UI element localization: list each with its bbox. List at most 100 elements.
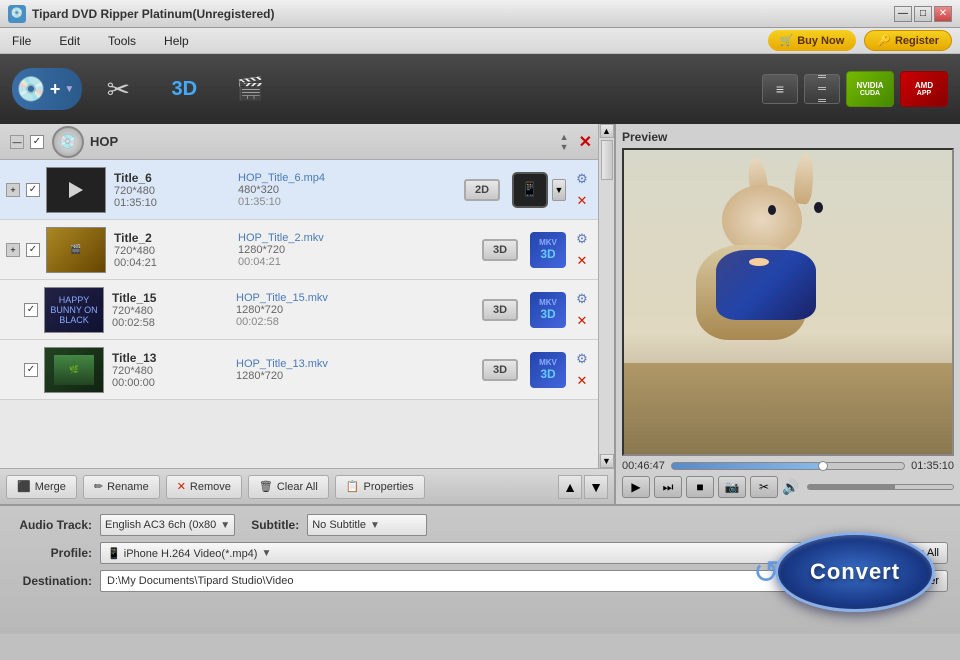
output-filename: HOP_Title_6.mp4 [238,172,460,184]
menu-tools[interactable]: Tools [104,32,140,50]
detail-view-button[interactable]: ═══ [804,74,840,104]
subtitle-dropdown-arrow: ▼ [370,520,380,531]
mode-3d-badge[interactable]: 3D [482,239,518,261]
row-checkbox[interactable] [26,183,40,197]
row-settings-button[interactable]: ⚙ [572,289,592,309]
properties-icon: 📋 [346,480,360,493]
dvd-dropdown-arrow[interactable]: ▼ [64,84,74,95]
maximize-button[interactable]: □ [914,6,932,22]
convert-button-wrapper: ↺ Convert [775,532,935,612]
move-down-button[interactable]: ▼ [584,475,608,499]
expand-button[interactable]: + [6,243,20,257]
mode-label: 3D [493,304,507,316]
mkv-label: MKV [539,358,557,367]
row-remove-button[interactable]: ✕ [572,191,592,211]
row-settings-button[interactable]: ⚙ [572,229,592,249]
destination-value: D:\My Documents\Tipard Studio\Video [107,575,293,587]
convert-button[interactable]: Convert [775,532,935,612]
register-button[interactable]: 🔑 Register [864,30,952,51]
register-label: Register [895,35,939,47]
mkv-3d-badge[interactable]: MKV 3D [530,232,566,268]
scroll-down-button[interactable]: ▼ [600,454,614,468]
load-dvd-button[interactable]: 💿 + ▼ [12,68,82,110]
close-button[interactable]: ✕ [934,6,952,22]
expand-button[interactable]: + [6,183,20,197]
titlebar-left: 💿 Tipard DVD Ripper Platinum(Unregistere… [8,5,274,23]
minimize-button[interactable]: — [894,6,912,22]
row-remove-button[interactable]: ✕ [572,311,592,331]
dvd-scroll-arrows[interactable]: ▲ ▼ [560,132,569,152]
subtitle-value: No Subtitle [312,519,366,531]
menu-file[interactable]: File [8,32,35,50]
volume-slider[interactable] [807,484,954,490]
row-checkbox[interactable] [26,243,40,257]
titlebar-controls: — □ ✕ [894,6,952,22]
clear-all-button[interactable]: 🗑 Clear All [248,475,329,499]
subtitle-select[interactable]: No Subtitle ▼ [307,514,427,536]
device-select[interactable]: 📱 [512,172,548,208]
move-buttons: ▲ ▼ [558,475,608,499]
trim-button[interactable]: ✂ [88,60,148,118]
properties-button[interactable]: 📋 Properties [335,475,425,499]
preview-screen [622,148,954,456]
remove-button[interactable]: ✕ Remove [166,475,242,499]
table-row: + Title_6 720*480 01:35:10 HOP_Title_6.m… [0,160,598,220]
mkv-3d-badge[interactable]: MKV 3D [530,292,566,328]
scroll-up-button[interactable]: ▲ [600,124,614,138]
time-thumb[interactable] [818,461,828,471]
stop-button[interactable]: ■ [686,476,714,498]
key-icon: 🔑 [877,34,891,47]
rename-button[interactable]: ✏ Rename [83,475,160,499]
buy-now-button[interactable]: 🛒 Buy Now [768,30,857,51]
row-checkbox[interactable] [24,303,38,317]
row-settings-button[interactable]: ⚙ [572,169,592,189]
dvd-remove-button[interactable]: ✕ [579,132,592,152]
app-icon: 💿 [8,5,26,23]
row-actions: ⚙ ✕ [572,349,592,391]
menu-help[interactable]: Help [160,32,193,50]
collapse-button[interactable]: — [10,135,24,149]
mode-3d-badge[interactable]: 3D [482,359,518,381]
play-button[interactable]: ▶ [622,476,650,498]
remove-icon: ✕ [177,480,186,493]
clip-button[interactable]: ✂ [750,476,778,498]
device-dropdown[interactable]: ▼ [552,179,566,201]
output-filename: HOP_Title_15.mkv [236,292,478,304]
row-remove-button[interactable]: ✕ [572,251,592,271]
file-list: — 💿 HOP ▲ ▼ ✕ + [0,124,598,468]
mode-3d-badge[interactable]: 3D [482,299,518,321]
rename-label: Rename [107,481,149,493]
scrollbar[interactable]: ▲ ▼ [598,124,614,468]
list-view-button[interactable]: ≡ [762,74,798,104]
mode-2d-badge[interactable]: 2D [464,179,500,201]
menu-edit[interactable]: Edit [55,32,84,50]
screenshot-button[interactable]: 📷 [718,476,746,498]
nvidia-badge: NVIDIA CUDA [846,71,894,107]
profile-select[interactable]: 📱 iPhone H.264 Video(*.mp4) ▼ [100,542,802,564]
dvd-checkbox[interactable] [30,135,44,149]
time-slider[interactable] [671,462,905,470]
3d-button[interactable]: 3D [154,60,214,118]
title-duration: 00:00:00 [112,377,232,389]
table-row: HAPPY BUNNY ON BLACK Title_15 720*480 00… [0,280,598,340]
mode-label: 2D [475,184,489,196]
audio-track-select[interactable]: English AC3 6ch (0x80 ▼ [100,514,235,536]
row-settings-button[interactable]: ⚙ [572,349,592,369]
effect-button[interactable]: 🎬 [220,60,280,118]
thumbnail [46,167,106,213]
destination-input[interactable]: D:\My Documents\Tipard Studio\Video [100,570,798,592]
mkv-3d-badge[interactable]: MKV 3D [530,352,566,388]
scroll-thumb[interactable] [601,140,613,180]
merge-button[interactable]: ⬛ Merge [6,475,77,499]
row-checkbox[interactable] [24,363,38,377]
time-start: 00:46:47 [622,460,665,472]
move-up-button[interactable]: ▲ [558,475,582,499]
scroll-track-area[interactable] [599,138,614,454]
row-remove-button[interactable]: ✕ [572,371,592,391]
next-frame-button[interactable]: ⏭ [654,476,682,498]
row-actions: ⚙ ✕ [572,289,592,331]
title-info: Title_6 720*480 01:35:10 [114,171,234,209]
output-resolution: 480*320 [238,184,460,196]
mode-label: 3D [493,364,507,376]
3d-icon: 3D [172,78,198,101]
